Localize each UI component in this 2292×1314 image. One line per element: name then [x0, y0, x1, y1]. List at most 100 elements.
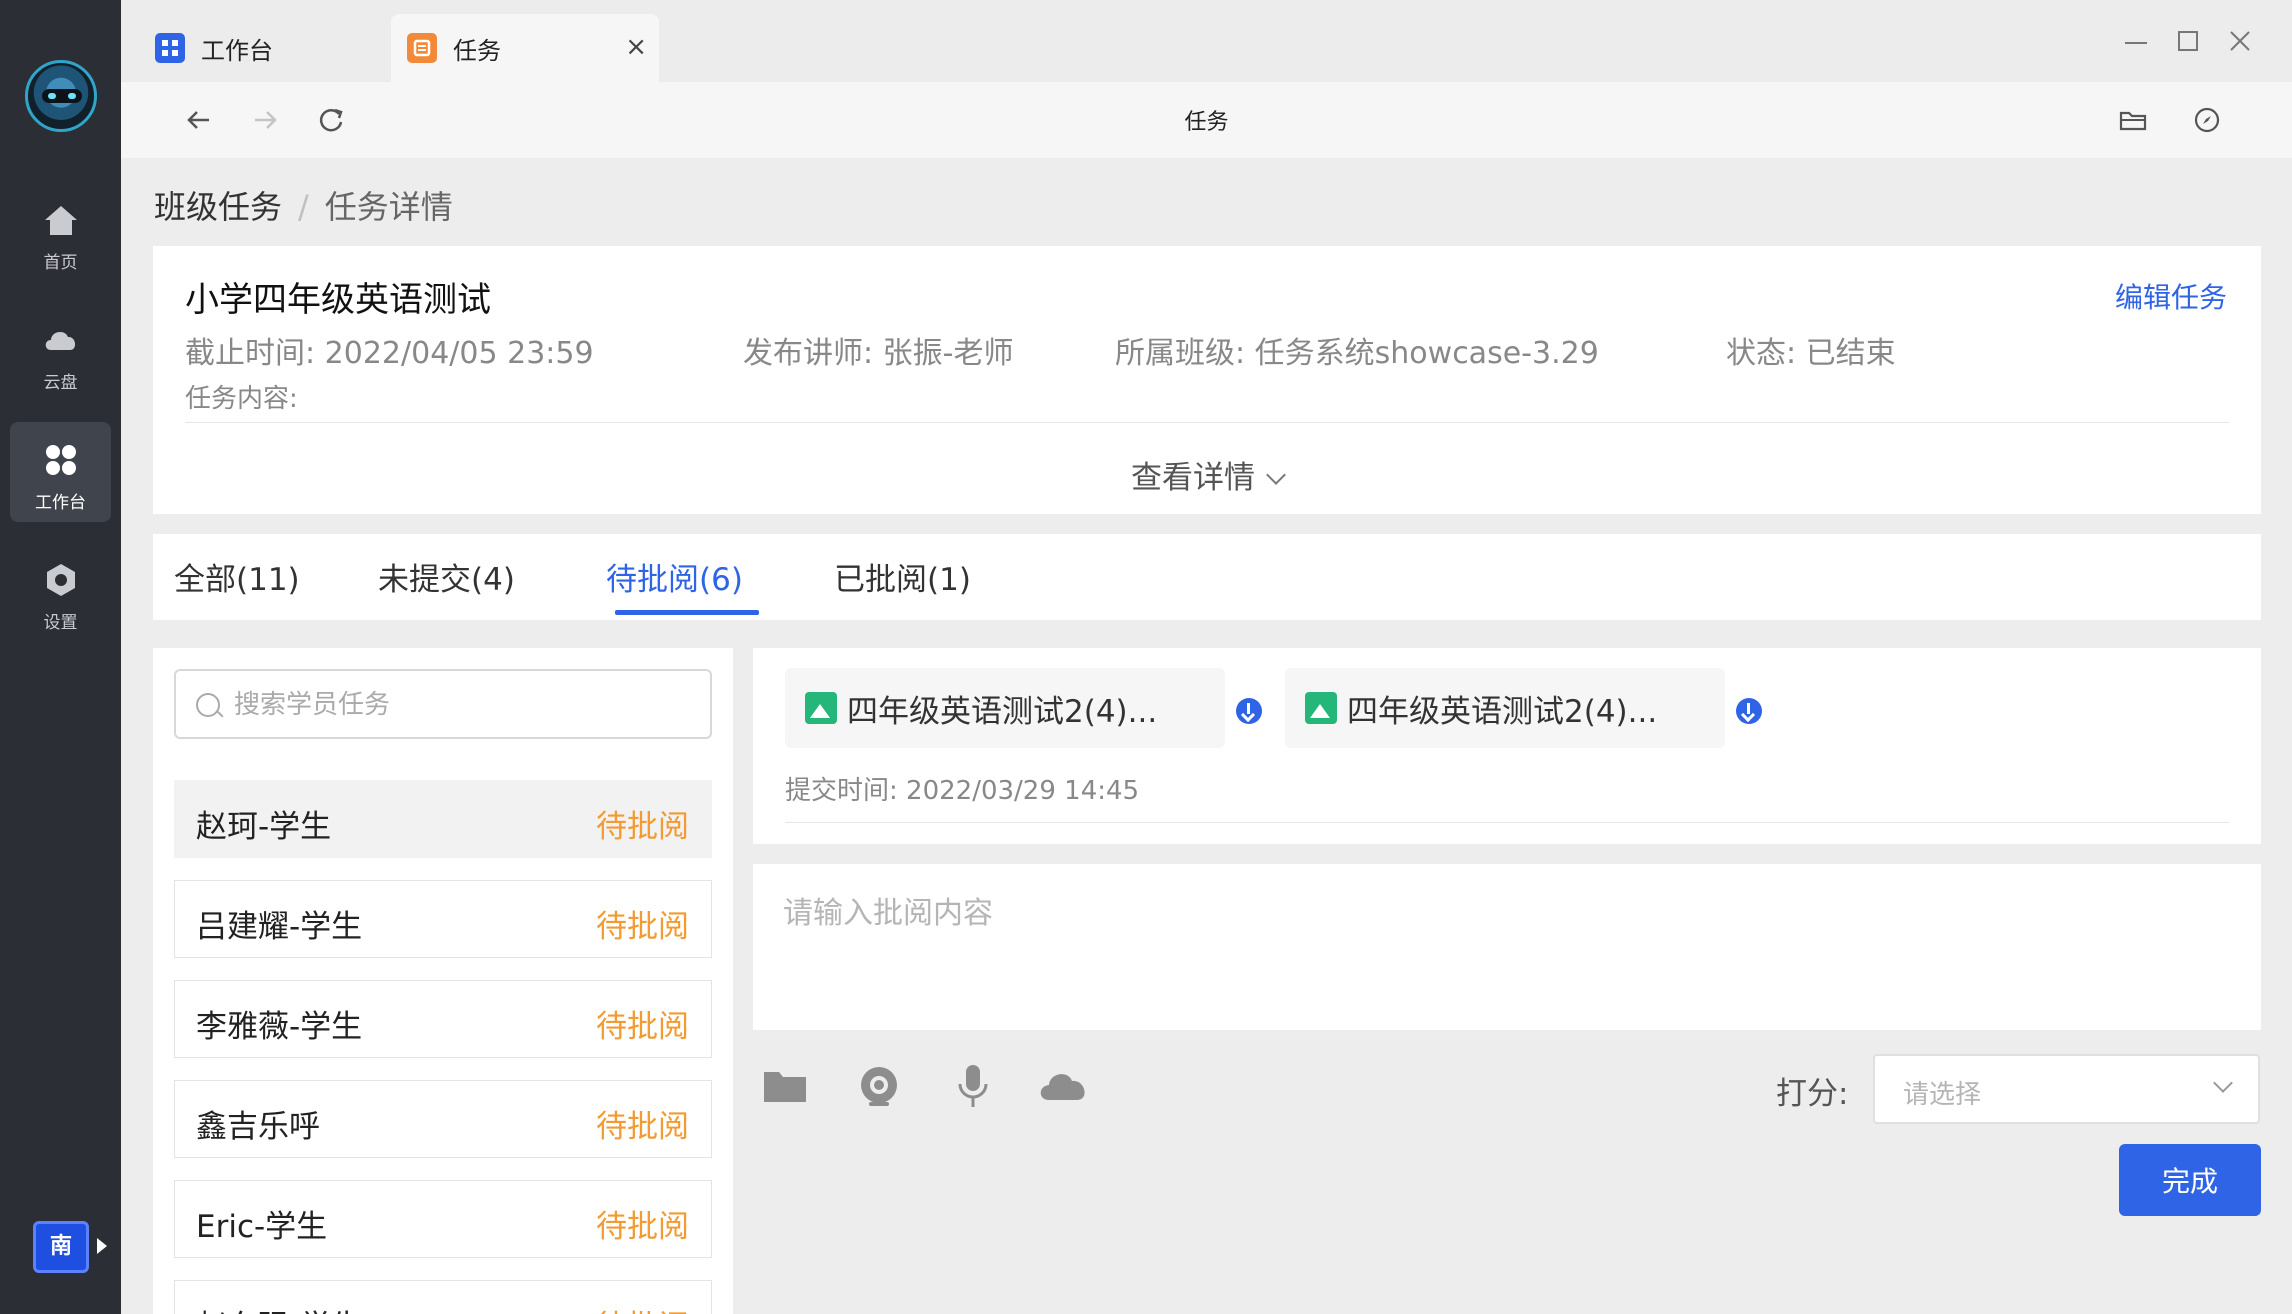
deadline-value: 2022/04/05 23:59 — [324, 336, 594, 371]
download-icon[interactable] — [1736, 698, 1762, 724]
student-row[interactable]: 赵珂-学生 待批阅 — [174, 780, 712, 858]
search-box[interactable] — [174, 669, 712, 739]
student-row[interactable]: 鑫吉乐呼 待批阅 — [174, 1080, 712, 1158]
active-tab-indicator — [615, 610, 759, 615]
tab-label: 工作台 — [201, 36, 273, 65]
sidebar-item-home[interactable]: 首页 — [10, 182, 111, 282]
status-value: 已结束 — [1805, 336, 1896, 371]
status-meta: 状态: 已结束 — [1726, 328, 1896, 372]
task-content-label: 任务内容: — [185, 384, 298, 414]
window-titlebar: 工作台 任务 × — [121, 0, 2292, 82]
submit-time-label: 提交时间: — [785, 776, 898, 806]
search-icon — [196, 693, 220, 717]
attachment-file[interactable]: 四年级英语测试2(4)... — [1285, 668, 1725, 748]
score-select[interactable]: 请选择 — [1873, 1054, 2260, 1124]
submission-panel: 四年级英语测试2(4)... 四年级英语测试2(4)... 提交时间: 2022… — [753, 648, 2261, 844]
file-name: 四年级英语测试2(4)... — [1347, 694, 1658, 730]
org-badge[interactable]: 南 — [33, 1221, 89, 1273]
breadcrumb-parent[interactable]: 班级任务 — [154, 188, 282, 226]
student-row[interactable]: 吕建耀-学生 待批阅 — [174, 880, 712, 958]
student-row[interactable]: Eric-学生 待批阅 — [174, 1180, 712, 1258]
review-input[interactable] — [783, 888, 2223, 1008]
view-detail-toggle[interactable]: 查看详情 — [153, 452, 2261, 497]
student-name: 赵珂-学生 — [196, 809, 332, 845]
file-name: 四年级英语测试2(4)... — [847, 694, 1158, 730]
sidebar-item-label: 首页 — [43, 253, 78, 273]
main-content: 班级任务 / 任务详情 小学四年级英语测试 编辑任务 截止时间: 2022/04/0… — [121, 158, 2292, 1314]
divider — [785, 822, 2229, 823]
user-avatar[interactable] — [25, 60, 97, 132]
tab-task[interactable]: 任务 × — [391, 14, 659, 82]
student-status: 待批阅 — [596, 1009, 689, 1045]
teacher-value: 张振-老师 — [882, 336, 1014, 371]
teacher-meta: 发布讲师: 张振-老师 — [743, 328, 1013, 372]
page-address-title: 任务 — [1184, 110, 1229, 135]
image-file-icon — [1305, 692, 1337, 724]
student-name: 吕建耀-学生 — [196, 909, 363, 945]
filter-tabs: 全部(11) 未提交(4) 待批阅(6) 已批阅(1) — [153, 534, 2261, 620]
close-window-icon[interactable] — [2223, 24, 2257, 58]
student-status: 待批阅 — [596, 1301, 689, 1314]
student-status: 待批阅 — [596, 1209, 689, 1245]
download-icon[interactable] — [1236, 698, 1262, 724]
image-file-icon — [805, 692, 837, 724]
minimize-icon[interactable] — [2119, 24, 2153, 58]
camera-icon[interactable] — [855, 1062, 903, 1110]
deadline-meta: 截止时间: 2022/04/05 23:59 — [185, 328, 594, 372]
deadline-label: 截止时间: — [185, 336, 316, 371]
student-row[interactable]: 赵东强-学生 待批阅 — [174, 1280, 712, 1314]
caret-right-icon[interactable] — [97, 1238, 107, 1254]
sidebar-item-settings[interactable]: 设置 — [10, 542, 111, 642]
search-input[interactable] — [234, 685, 694, 725]
breadcrumb-current: 任务详情 — [324, 188, 453, 226]
task-title: 小学四年级英语测试 — [185, 280, 491, 320]
submit-time: 提交时间: 2022/03/29 14:45 — [785, 770, 1139, 807]
folder-open-icon[interactable] — [2113, 100, 2153, 140]
sidebar-item-workbench[interactable]: 工作台 — [10, 422, 111, 522]
tab-not-submitted[interactable]: 未提交(4) — [378, 554, 515, 599]
cloud-icon — [45, 331, 75, 350]
compass-icon[interactable] — [2187, 100, 2227, 140]
student-name: 李雅薇-学生 — [196, 1009, 363, 1045]
class-value: 任务系统showcase-3.29 — [1254, 336, 1599, 371]
settings-icon — [46, 564, 75, 596]
navigation-bar: 任务 — [121, 82, 2292, 158]
submit-time-value: 2022/03/29 14:45 — [906, 776, 1140, 806]
student-name: 鑫吉乐呼 — [196, 1109, 320, 1145]
student-list-panel: 赵珂-学生 待批阅 吕建耀-学生 待批阅 李雅薇-学生 待批阅 鑫吉乐呼 待批阅… — [153, 648, 733, 1314]
microphone-icon[interactable] — [949, 1062, 997, 1110]
app-sidebar: 首页 云盘 工作台 设置 南 — [0, 0, 121, 1314]
tab-pending-review[interactable]: 待批阅(6) — [606, 554, 743, 599]
view-detail-label: 查看详情 — [1131, 460, 1255, 496]
cloud-upload-icon[interactable] — [1035, 1062, 1095, 1110]
edit-task-link[interactable]: 编辑任务 — [2115, 276, 2227, 316]
done-button[interactable]: 完成 — [2119, 1144, 2261, 1216]
tab-workbench[interactable]: 工作台 — [155, 14, 395, 82]
student-name: Eric-学生 — [196, 1209, 328, 1245]
review-editor — [753, 864, 2261, 1030]
sidebar-item-label: 设置 — [43, 613, 78, 633]
class-meta: 所属班级: 任务系统showcase-3.29 — [1115, 328, 1599, 372]
student-status: 待批阅 — [596, 809, 689, 845]
folder-icon[interactable] — [761, 1062, 809, 1110]
sidebar-item-label: 云盘 — [43, 373, 78, 393]
student-status: 待批阅 — [596, 909, 689, 945]
class-label: 所属班级: — [1115, 336, 1246, 371]
status-label: 状态: — [1726, 336, 1797, 371]
teacher-label: 发布讲师: — [743, 336, 874, 371]
workbench-icon — [45, 445, 76, 475]
maximize-icon[interactable] — [2171, 24, 2205, 58]
divider — [185, 422, 2229, 423]
student-status: 待批阅 — [596, 1109, 689, 1145]
home-icon — [44, 206, 77, 235]
attachment-file[interactable]: 四年级英语测试2(4)... — [785, 668, 1225, 748]
student-row[interactable]: 李雅薇-学生 待批阅 — [174, 980, 712, 1058]
sidebar-item-label: 工作台 — [35, 493, 86, 513]
tab-all[interactable]: 全部(11) — [174, 554, 300, 599]
task-info-card: 小学四年级英语测试 编辑任务 截止时间: 2022/04/05 23:59 发布… — [153, 246, 2261, 514]
sidebar-item-cloud[interactable]: 云盘 — [10, 302, 111, 402]
close-tab-icon[interactable]: × — [625, 34, 647, 60]
tab-reviewed[interactable]: 已批阅(1) — [834, 554, 971, 599]
score-placeholder: 请选择 — [1903, 1080, 1982, 1110]
score-label: 打分: — [1776, 1076, 1849, 1112]
